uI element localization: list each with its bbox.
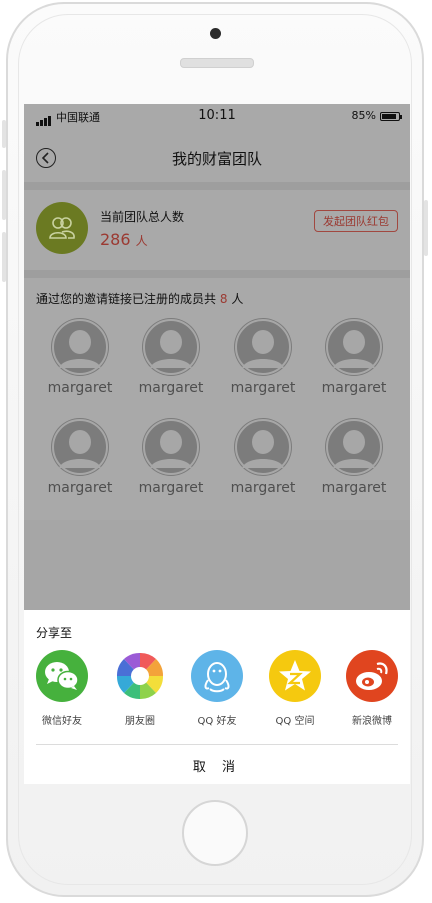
members-count: 8	[219, 292, 228, 306]
share-sheet: 分享至 微信好友 朋友圈 QQ 好友 QQ 空间 新浪微博 取 消	[24, 610, 410, 784]
section-divider	[24, 182, 410, 190]
share-label: 微信好友	[42, 716, 82, 727]
share-moments[interactable]: 朋友圈	[105, 650, 175, 740]
member-name: margaret	[321, 380, 387, 396]
team-avatar	[36, 202, 88, 254]
user-placeholder-icon	[52, 319, 108, 375]
share-wechat-friend[interactable]: 微信好友	[27, 650, 97, 740]
share-label: 朋友圈	[125, 716, 155, 727]
dimmed-empty-area[interactable]	[24, 520, 410, 610]
team-count-unit: 人	[135, 234, 148, 248]
team-count-label: 当前团队总人数	[100, 210, 185, 224]
home-button[interactable]	[182, 800, 248, 866]
front-camera	[210, 28, 221, 39]
qq-icon	[191, 650, 243, 702]
member-name: margaret	[47, 480, 113, 496]
cancel-button[interactable]: 取 消	[24, 756, 410, 775]
avatar	[234, 418, 292, 476]
user-placeholder-icon	[143, 319, 199, 375]
user-placeholder-icon	[235, 319, 291, 375]
share-label: 新浪微博	[352, 716, 392, 727]
volume-down-button	[2, 232, 6, 282]
start-team-redpack-button[interactable]: 发起团队红包	[314, 210, 398, 232]
avatar	[325, 318, 383, 376]
team-summary-card: 当前团队总人数 286 人 发起团队红包	[24, 190, 410, 270]
battery-percent: 85%	[351, 109, 376, 122]
members-intro-suffix: 人	[231, 292, 244, 306]
page-title: 我的财富团队	[171, 150, 262, 168]
volume-up-button	[2, 170, 6, 220]
team-icon	[49, 217, 75, 239]
avatar	[51, 318, 109, 376]
user-placeholder-icon	[52, 419, 108, 475]
avatar	[234, 318, 292, 376]
member-item[interactable]: margaret	[314, 418, 394, 508]
member-name: margaret	[321, 480, 387, 496]
avatar	[51, 418, 109, 476]
member-name: margaret	[230, 480, 296, 496]
mute-switch	[2, 120, 6, 148]
avatar	[142, 318, 200, 376]
user-placeholder-icon	[326, 319, 382, 375]
user-placeholder-icon	[235, 419, 291, 475]
member-name: margaret	[230, 380, 296, 396]
share-label: QQ 空间	[275, 716, 315, 727]
dimmed-page-background: 中国联通 10:11 85% 我的财富团队 当前团队总人数 286 人 发起团队…	[24, 104, 410, 610]
member-name: margaret	[138, 480, 204, 496]
qzone-icon	[269, 650, 321, 702]
wechat-icon	[36, 650, 88, 702]
member-item[interactable]: margaret	[131, 418, 211, 508]
sheet-divider	[36, 744, 398, 745]
share-qq-zone[interactable]: QQ 空间	[260, 650, 330, 740]
team-count: 286 人	[100, 230, 148, 249]
share-label: QQ 好友	[197, 716, 237, 727]
avatar	[325, 418, 383, 476]
members-intro: 通过您的邀请链接已注册的成员共 8 人	[36, 290, 243, 307]
avatar	[142, 418, 200, 476]
power-button	[424, 200, 428, 256]
member-name: margaret	[138, 380, 204, 396]
user-placeholder-icon	[326, 419, 382, 475]
member-name: margaret	[47, 380, 113, 396]
status-bar: 中国联通 10:11 85%	[24, 104, 410, 128]
user-placeholder-icon	[143, 419, 199, 475]
member-item[interactable]: margaret	[223, 318, 303, 408]
share-weibo[interactable]: 新浪微博	[337, 650, 407, 740]
share-qq-friend[interactable]: QQ 好友	[182, 650, 252, 740]
team-count-value: 286	[100, 230, 131, 249]
member-item[interactable]: margaret	[40, 418, 120, 508]
member-item[interactable]: margaret	[314, 318, 394, 408]
member-item[interactable]: margaret	[131, 318, 211, 408]
weibo-icon	[346, 650, 398, 702]
earpiece-speaker	[180, 58, 254, 68]
member-item[interactable]: margaret	[223, 418, 303, 508]
battery-icon	[380, 112, 402, 121]
members-intro-prefix: 通过您的邀请链接已注册的成员共	[36, 292, 217, 306]
section-divider	[24, 270, 410, 278]
share-title: 分享至	[36, 626, 73, 640]
member-item[interactable]: margaret	[40, 318, 120, 408]
moments-icon	[114, 650, 166, 702]
nav-bar: 我的财富团队	[24, 134, 410, 182]
phone-screen: 中国联通 10:11 85% 我的财富团队 当前团队总人数 286 人 发起团队…	[24, 104, 410, 784]
